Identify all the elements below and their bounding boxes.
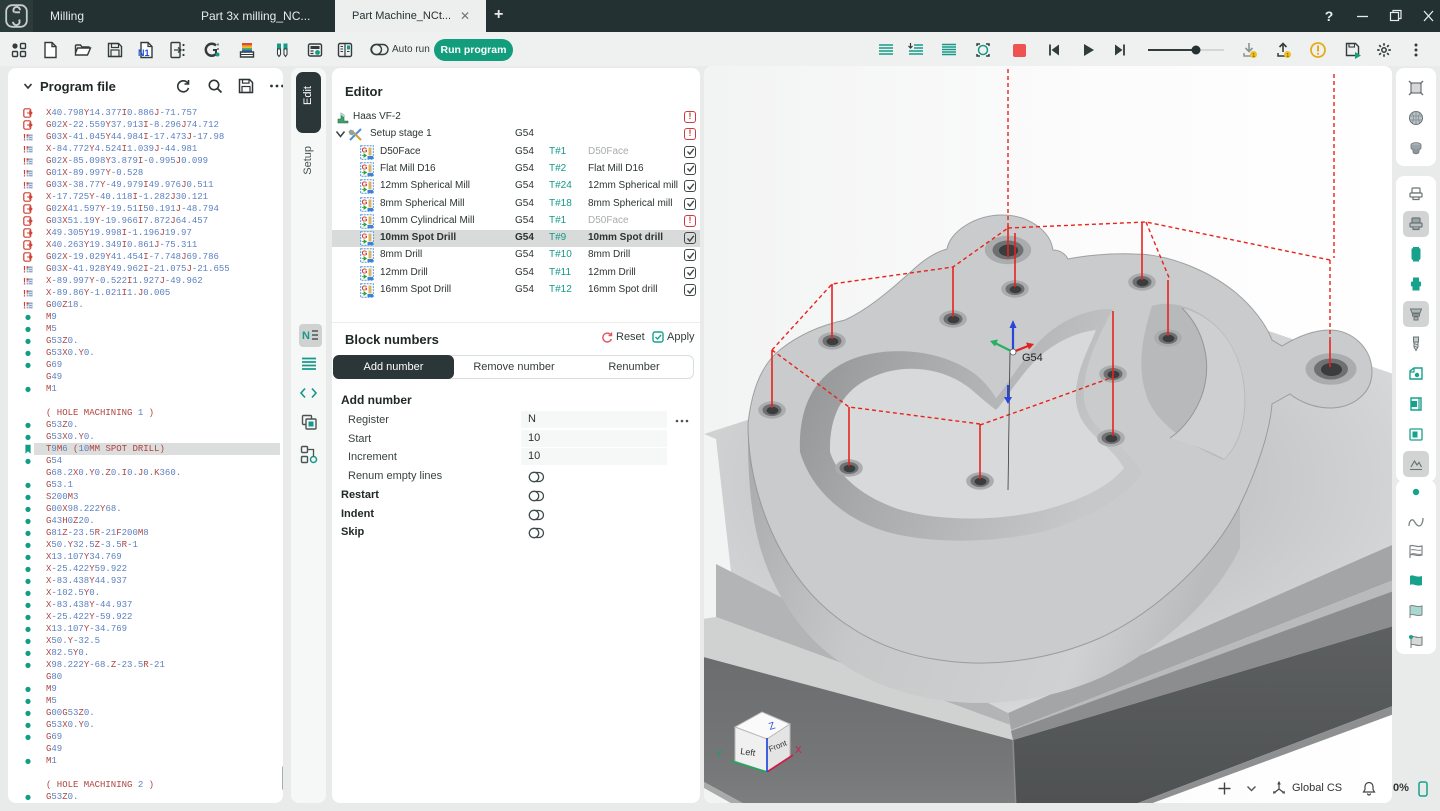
svg-text:!: ! bbox=[23, 181, 26, 190]
svg-text:G: G bbox=[362, 145, 368, 154]
svg-text:G: G bbox=[362, 266, 368, 275]
svg-text:Left: Left bbox=[740, 746, 757, 758]
svg-text:G: G bbox=[362, 197, 368, 206]
svg-text:!: ! bbox=[23, 157, 26, 166]
svg-text:G: G bbox=[362, 214, 368, 223]
svg-text:!: ! bbox=[23, 289, 26, 298]
svg-text:N: N bbox=[302, 330, 310, 342]
svg-text:X: X bbox=[795, 745, 802, 756]
svg-text:G: G bbox=[362, 283, 368, 292]
svg-text:G: G bbox=[362, 231, 368, 240]
svg-text:1: 1 bbox=[1252, 53, 1255, 59]
svg-text:G54: G54 bbox=[1022, 352, 1043, 364]
svg-text:G: G bbox=[362, 162, 368, 171]
svg-text:!: ! bbox=[23, 301, 26, 310]
svg-text:!: ! bbox=[23, 265, 26, 274]
svg-text:G: G bbox=[362, 180, 368, 189]
svg-text:!: ! bbox=[23, 145, 26, 154]
svg-text:!: ! bbox=[23, 133, 26, 142]
svg-text:G: G bbox=[362, 249, 368, 258]
svg-text:!: ! bbox=[23, 277, 26, 286]
svg-text:N1: N1 bbox=[138, 48, 150, 58]
svg-text:Y: Y bbox=[716, 749, 723, 760]
svg-text:1: 1 bbox=[1286, 53, 1289, 59]
svg-text:!: ! bbox=[23, 169, 26, 178]
